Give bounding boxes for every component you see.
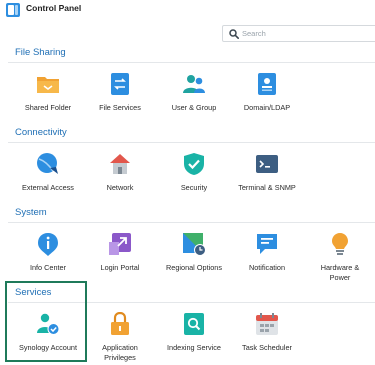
- external-access-icon: [37, 153, 58, 174]
- network-icon: [110, 154, 130, 174]
- title-bar: Control Panel: [0, 0, 375, 20]
- file-services-item[interactable]: File Services: [82, 72, 158, 113]
- login-portal-icon: [109, 233, 131, 255]
- application-privileges-item[interactable]: Application Privileges: [82, 312, 158, 363]
- user-group-label: User & Group: [171, 103, 217, 112]
- external-access-label: External Access: [22, 183, 74, 192]
- login-portal-label: Login Portal: [100, 263, 140, 272]
- section-divider: [8, 142, 375, 143]
- section-divider: [8, 62, 375, 63]
- terminal-icon: [256, 155, 278, 173]
- section-title-connectivity: Connectivity: [15, 127, 67, 138]
- file-services-label: File Services: [99, 103, 141, 112]
- notification-label: Notification: [248, 263, 286, 272]
- lock-icon: [111, 312, 129, 335]
- section-divider: [8, 222, 375, 223]
- file-services-icon: [111, 73, 129, 95]
- hardware-power-line-1: Hardware &: [320, 263, 360, 272]
- search-icon: [229, 29, 239, 39]
- user-group-icon: [183, 75, 205, 93]
- calendar-icon: [256, 313, 278, 335]
- regional-options-item[interactable]: Regional Options: [156, 232, 232, 273]
- indexing-service-item[interactable]: Indexing Service: [156, 312, 232, 353]
- info-center-item[interactable]: Info Center: [10, 232, 86, 273]
- lightbulb-icon: [332, 233, 348, 255]
- terminal-snmp-item[interactable]: Terminal & SNMP: [229, 152, 305, 193]
- external-access-item[interactable]: External Access: [10, 152, 86, 193]
- notification-item[interactable]: Notification: [229, 232, 305, 273]
- search-input[interactable]: [242, 27, 372, 40]
- shared-folder-icon: [37, 77, 59, 93]
- info-icon: [38, 233, 58, 256]
- user-group-item[interactable]: User & Group: [156, 72, 232, 113]
- highlight-box: [5, 281, 87, 362]
- application-privileges-line-1: Application: [102, 343, 138, 352]
- security-shield-icon: [184, 153, 204, 175]
- regional-options-label: Regional Options: [166, 263, 222, 272]
- application-privileges-label: Application Privileges: [82, 343, 158, 363]
- search-box[interactable]: [222, 25, 375, 42]
- indexing-search-icon: [184, 313, 204, 335]
- network-label: Network: [106, 183, 134, 192]
- domain-ldap-label: Domain/LDAP: [243, 103, 291, 112]
- shared-folder-label: Shared Folder: [24, 103, 72, 112]
- terminal-snmp-label: Terminal & SNMP: [238, 183, 296, 192]
- login-portal-item[interactable]: Login Portal: [82, 232, 158, 273]
- task-scheduler-item[interactable]: Task Scheduler: [229, 312, 305, 353]
- section-title-system: System: [15, 207, 47, 218]
- domain-ldap-item[interactable]: Domain/LDAP: [229, 72, 305, 113]
- application-privileges-line-2: Privileges: [104, 353, 136, 362]
- control-panel-icon: [6, 3, 20, 17]
- domain-ldap-icon: [258, 73, 276, 95]
- notification-icon: [257, 234, 277, 254]
- security-label: Security: [180, 183, 208, 192]
- task-scheduler-label: Task Scheduler: [242, 343, 292, 352]
- indexing-service-label: Indexing Service: [167, 343, 221, 352]
- security-item[interactable]: Security: [156, 152, 232, 193]
- network-item[interactable]: Network: [82, 152, 158, 193]
- hardware-power-item[interactable]: Hardware & Power: [302, 232, 375, 283]
- hardware-power-line-2: Power: [329, 273, 351, 282]
- hardware-power-label: Hardware & Power: [302, 263, 375, 283]
- section-title-file-sharing: File Sharing: [15, 47, 66, 58]
- regional-options-icon: [183, 233, 206, 256]
- shared-folder-item[interactable]: Shared Folder: [10, 72, 86, 113]
- info-center-label: Info Center: [29, 263, 67, 272]
- window-title: Control Panel: [26, 3, 82, 13]
